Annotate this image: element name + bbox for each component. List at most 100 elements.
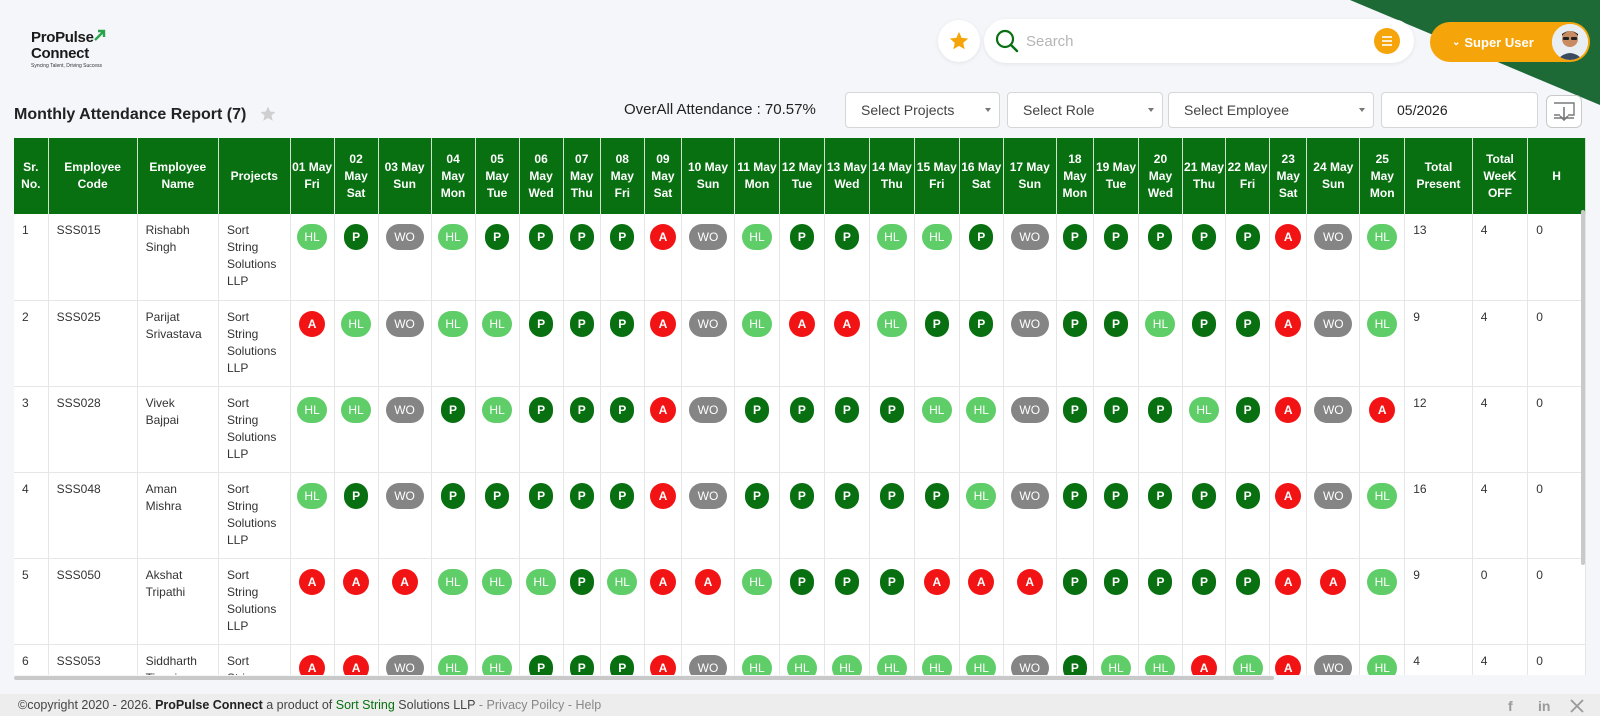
status-badge[interactable]: P [834,396,859,423]
status-badge[interactable]: P [1235,482,1260,509]
status-badge[interactable]: P [344,224,369,250]
status-badge[interactable]: WO [1010,482,1049,509]
status-badge[interactable]: P [1148,396,1173,423]
status-badge[interactable]: P [1148,482,1173,509]
status-badge[interactable]: P [610,396,635,423]
status-badge[interactable]: P [1103,310,1128,337]
status-badge[interactable]: WO [1314,654,1353,675]
status-badge[interactable]: HL [1100,654,1131,675]
status-badge[interactable]: WO [1314,396,1353,423]
status-badge[interactable]: P [924,482,949,509]
vertical-scrollbar[interactable] [1581,210,1585,565]
status-badge[interactable]: HL [1367,654,1398,675]
month-picker-input[interactable]: 05/2026 [1381,92,1538,128]
status-badge[interactable]: P [569,224,594,250]
status-badge[interactable]: P [529,654,554,675]
status-badge[interactable]: WO [385,224,424,250]
status-badge[interactable]: P [834,482,859,509]
facebook-icon[interactable]: f [1508,698,1513,714]
status-badge[interactable]: P [441,482,466,509]
status-badge[interactable]: A [1275,396,1302,423]
status-badge[interactable]: P [610,224,635,250]
status-badge[interactable]: HL [786,654,817,675]
select-projects-dropdown[interactable]: Select Projects [845,92,1000,128]
twitter-x-icon[interactable] [1570,699,1584,713]
status-badge[interactable]: HL [876,224,907,250]
status-badge[interactable]: P [485,224,510,250]
status-badge[interactable]: HL [966,396,997,423]
status-badge[interactable]: P [834,568,859,595]
status-badge[interactable]: P [1062,568,1087,595]
status-badge[interactable]: HL [297,224,328,250]
status-badge[interactable]: HL [741,224,772,250]
status-badge[interactable]: HL [1367,224,1398,250]
status-badge[interactable]: A [1191,654,1218,675]
status-badge[interactable]: A [923,568,950,595]
status-badge[interactable]: HL [607,568,638,595]
status-badge[interactable]: HL [1367,310,1398,337]
status-badge[interactable]: A [343,568,370,595]
status-badge[interactable]: P [1192,482,1217,509]
status-badge[interactable]: HL [482,396,513,423]
status-badge[interactable]: A [833,310,860,337]
status-badge[interactable]: WO [1314,482,1353,509]
status-badge[interactable]: HL [341,310,372,337]
favorite-star-icon[interactable] [259,105,277,123]
status-badge[interactable]: A [1275,568,1302,595]
status-badge[interactable]: P [1192,310,1217,337]
status-badge[interactable]: HL [741,310,772,337]
status-badge[interactable]: P [1062,396,1087,423]
status-badge[interactable]: A [391,568,418,595]
status-badge[interactable]: HL [966,482,997,509]
linkedin-icon[interactable]: in [1538,698,1550,714]
status-badge[interactable]: P [529,310,554,337]
status-badge[interactable]: A [649,224,676,250]
status-badge[interactable]: HL [482,310,513,337]
status-badge[interactable]: HL [1232,654,1263,675]
status-badge[interactable]: WO [689,224,728,250]
status-badge[interactable]: HL [297,396,328,423]
status-badge[interactable]: HL [1367,482,1398,509]
status-badge[interactable]: A [1275,654,1302,675]
status-badge[interactable]: A [649,654,676,675]
status-badge[interactable]: HL [831,654,862,675]
favorites-button[interactable] [938,20,980,62]
status-badge[interactable]: P [879,396,904,423]
footer-links[interactable]: - Privacy Poilcy - Help [479,698,601,712]
status-badge[interactable]: P [529,482,554,509]
status-badge[interactable]: A [1369,396,1396,423]
status-badge[interactable]: P [1148,568,1173,595]
status-badge[interactable]: A [649,310,676,337]
status-badge[interactable]: A [343,654,370,675]
status-badge[interactable]: P [1235,224,1260,250]
status-badge[interactable]: HL [297,482,328,509]
status-badge[interactable]: HL [741,568,772,595]
status-badge[interactable]: HL [921,396,952,423]
status-badge[interactable]: HL [438,310,469,337]
status-badge[interactable]: HL [966,654,997,675]
status-badge[interactable]: HL [921,654,952,675]
status-badge[interactable]: P [441,396,466,423]
status-badge[interactable]: WO [385,654,424,675]
status-badge[interactable]: HL [1367,568,1398,595]
status-badge[interactable]: WO [385,482,424,509]
status-badge[interactable]: WO [689,654,728,675]
status-badge[interactable]: A [649,568,676,595]
status-badge[interactable]: P [1062,482,1087,509]
status-badge[interactable]: P [789,482,814,509]
status-badge[interactable]: WO [1314,310,1353,337]
status-badge[interactable]: HL [1145,654,1176,675]
status-badge[interactable]: P [969,224,994,250]
status-badge[interactable]: A [1275,224,1302,250]
status-badge[interactable]: WO [689,482,728,509]
status-badge[interactable]: P [1192,224,1217,250]
status-badge[interactable]: HL [482,568,513,595]
status-badge[interactable]: A [1275,310,1302,337]
status-badge[interactable]: P [1192,568,1217,595]
status-badge[interactable]: P [744,396,769,423]
status-badge[interactable]: A [788,310,815,337]
status-badge[interactable]: HL [438,224,469,250]
status-badge[interactable]: A [968,568,995,595]
status-badge[interactable]: HL [438,654,469,675]
status-badge[interactable]: P [744,482,769,509]
